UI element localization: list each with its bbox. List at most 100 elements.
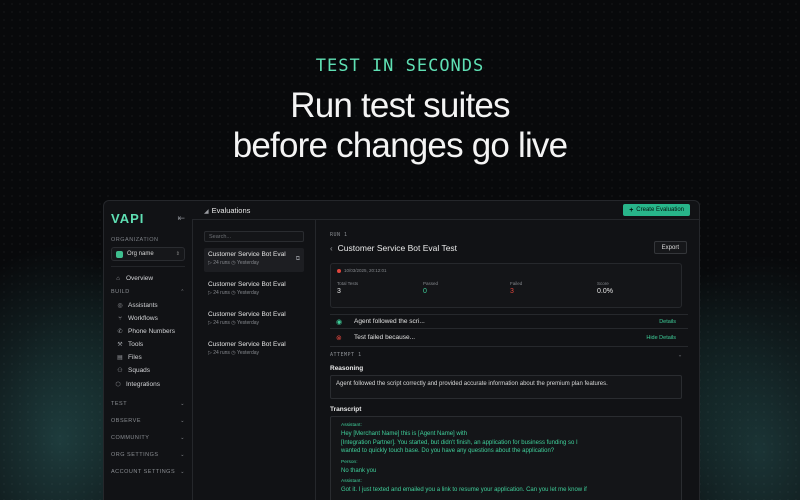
sidebar-item-assistants[interactable]: ◎ Assistants bbox=[111, 299, 185, 312]
plus-icon: + bbox=[629, 206, 634, 214]
sidebar-item-workflows[interactable]: ⑂ Workflows bbox=[111, 312, 185, 325]
list-item[interactable]: Customer Service Bot Eval ▷ 24 runs ◷ Ye… bbox=[204, 308, 304, 332]
transcript-line: Hey [Merchant Name] this is [Agent Name]… bbox=[341, 431, 468, 437]
sidebar-item-label: Files bbox=[128, 354, 142, 361]
sidebar-item-files[interactable]: ▤ Files bbox=[111, 351, 185, 364]
sidebar-group-test[interactable]: TEST ⌄ bbox=[111, 395, 185, 412]
stats-card: 10/03/2025, 20:12:01 Total Tests 3 Passe… bbox=[330, 263, 682, 308]
sidebar-item-label: Tools bbox=[128, 341, 144, 348]
app-window: VAPI ⇤ ORGANIZATION Org name ⇕ ⌂ Overvie… bbox=[103, 200, 700, 500]
detail-title: Customer Service Bot Eval Test bbox=[337, 243, 458, 253]
sidebar-group-community[interactable]: COMMUNITY ⌄ bbox=[111, 429, 185, 446]
sidebar-group-observe[interactable]: OBSERVE ⌄ bbox=[111, 412, 185, 429]
stat-score: Score 0.0% bbox=[597, 281, 613, 295]
transcript-box: Assistant: Hey [Merchant Name] this is [… bbox=[330, 416, 682, 500]
transcript-message: Hey [Merchant Name] this is [Agent Name]… bbox=[341, 430, 671, 456]
sidebar-item-squads[interactable]: ⚇ Squads bbox=[111, 364, 185, 377]
eval-name: Customer Service Bot Eval bbox=[208, 311, 286, 318]
eval-runs: 24 runs bbox=[213, 260, 230, 266]
stat-total-tests: Total Tests 3 bbox=[337, 281, 358, 295]
group-label: COMMUNITY bbox=[111, 434, 150, 441]
sidebar-divider bbox=[111, 266, 185, 267]
hide-details-link[interactable]: Hide Details bbox=[646, 335, 676, 341]
transcript-line: [Integration Partner]. You started, but … bbox=[341, 439, 578, 446]
sidebar-group-build[interactable]: BUILD ⌃ bbox=[111, 285, 185, 299]
group-label: BUILD bbox=[111, 289, 130, 295]
transcript-message: Got it. I just texted and emailed you a … bbox=[341, 486, 671, 495]
org-label: ORGANIZATION bbox=[111, 237, 159, 243]
eval-name: Customer Service Bot Eval bbox=[208, 251, 286, 258]
transcript-line: No thank you bbox=[341, 467, 377, 474]
group-label: ACCOUNT SETTINGS bbox=[111, 468, 176, 475]
evaluation-detail: RUN 1 ‹ Customer Service Bot Eval Test E… bbox=[316, 219, 699, 500]
page-title: ◢ Evaluations bbox=[204, 206, 250, 215]
sidebar-item-label: Phone Numbers bbox=[128, 328, 175, 335]
list-item[interactable]: Customer Service Bot Eval ▷ 24 runs ◷ Ye… bbox=[204, 338, 304, 362]
evaluation-list: Search... Customer Service Bot Eval ▷ 24… bbox=[192, 219, 316, 500]
create-evaluation-label: Create Evaluation bbox=[636, 207, 684, 213]
chevron-down-icon: ⌄ bbox=[180, 468, 185, 475]
chevron-down-icon: ⌄ bbox=[180, 400, 185, 407]
vapi-logo: VAPI bbox=[111, 210, 145, 226]
eval-when: Yesterday bbox=[236, 320, 260, 326]
org-select[interactable]: Org name ⇕ bbox=[111, 247, 185, 261]
create-evaluation-button[interactable]: + Create Evaluation bbox=[623, 204, 690, 216]
transcript-heading: Transcript bbox=[330, 406, 362, 413]
org-name: Org name bbox=[127, 251, 154, 257]
list-item[interactable]: Customer Service Bot Eval ▷ 24 runs ◷ Ye… bbox=[204, 278, 304, 302]
sidebar-group-org-settings[interactable]: ORG SETTINGS ⌄ bbox=[111, 446, 185, 463]
run-label: RUN 1 bbox=[330, 232, 348, 238]
stat-label: Passed bbox=[423, 281, 439, 286]
result-text: Agent followed the scri... bbox=[354, 318, 425, 325]
top-bar: ◢ Evaluations + Create Evaluation bbox=[192, 201, 699, 219]
sidebar: VAPI ⇤ ORGANIZATION Org name ⇕ ⌂ Overvie… bbox=[104, 201, 192, 500]
stat-label: Total Tests bbox=[337, 281, 359, 286]
transcript-role: Assistant: bbox=[341, 479, 362, 484]
collapse-sidebar-icon[interactable]: ⇤ bbox=[177, 213, 185, 224]
result-row-passed[interactable]: ◉ Agent followed the scri... Details bbox=[330, 314, 688, 329]
stat-label: Failed bbox=[510, 281, 523, 286]
group-label: TEST bbox=[111, 400, 128, 407]
phone-icon: ✆ bbox=[117, 329, 123, 335]
page-title-text: Evaluations bbox=[211, 205, 251, 215]
stat-failed: Failed 3 bbox=[510, 281, 522, 295]
chevron-up-icon: ⌃ bbox=[180, 289, 185, 295]
copy-icon[interactable]: ⧉ bbox=[296, 256, 300, 263]
transcript-line: Got it. I just texted and emailed you a … bbox=[341, 487, 587, 493]
integrations-icon: ⬡ bbox=[115, 382, 121, 388]
attempt-label: ATTEMPT 1 bbox=[330, 352, 362, 358]
result-row-failed[interactable]: ⊗ Test failed because... Hide Details bbox=[330, 329, 688, 347]
export-button[interactable]: Export bbox=[653, 241, 687, 254]
chevron-down-icon: ⌄ bbox=[180, 417, 185, 424]
back-chevron-icon[interactable]: ‹ bbox=[330, 244, 333, 253]
sidebar-item-tools[interactable]: ⚒ Tools bbox=[111, 338, 185, 351]
chevron-updown-icon: ⇕ bbox=[175, 251, 180, 257]
stat-passed: Passed 0 bbox=[423, 281, 438, 295]
sidebar-item-label: Assistants bbox=[128, 302, 158, 309]
check-circle-icon: ◉ bbox=[336, 318, 343, 326]
eval-name: Customer Service Bot Eval bbox=[208, 281, 286, 288]
stat-value: 0 bbox=[423, 288, 427, 295]
list-item[interactable]: Customer Service Bot Eval ▷ 24 runs ◷ Ye… bbox=[204, 248, 304, 272]
transcript-role: Assistant: bbox=[341, 423, 362, 428]
timestamp-text: 10/03/2025, 20:12:01 bbox=[344, 268, 387, 273]
hero: TEST IN SECONDS Run test suites before c… bbox=[0, 56, 800, 166]
run-timestamp: 10/03/2025, 20:12:01 bbox=[337, 268, 675, 273]
hero-headline-line2: before changes go live bbox=[232, 126, 568, 165]
eval-when: Yesterday bbox=[236, 290, 260, 296]
sidebar-item-integrations[interactable]: ⬡ Integrations bbox=[111, 378, 185, 391]
sidebar-item-phone-numbers[interactable]: ✆ Phone Numbers bbox=[111, 325, 185, 338]
eval-runs: 24 runs bbox=[213, 290, 230, 296]
chevron-down-icon: ⌄ bbox=[180, 434, 185, 441]
details-link[interactable]: Details bbox=[659, 319, 676, 325]
eval-when: Yesterday bbox=[236, 350, 260, 356]
transcript-role: Person: bbox=[341, 459, 358, 465]
attempt-header[interactable]: ATTEMPT 1 ⌄ bbox=[330, 352, 682, 358]
sidebar-item-label: Workflows bbox=[128, 315, 158, 322]
sidebar-group-account-settings[interactable]: ACCOUNT SETTINGS ⌄ bbox=[111, 463, 185, 480]
search-input[interactable]: Search... bbox=[204, 231, 304, 242]
home-icon: ⌂ bbox=[116, 275, 120, 282]
stat-label: Score bbox=[597, 281, 609, 286]
sidebar-item-label: Integrations bbox=[126, 381, 160, 388]
sidebar-item-overview[interactable]: ⌂ Overview bbox=[111, 272, 185, 285]
